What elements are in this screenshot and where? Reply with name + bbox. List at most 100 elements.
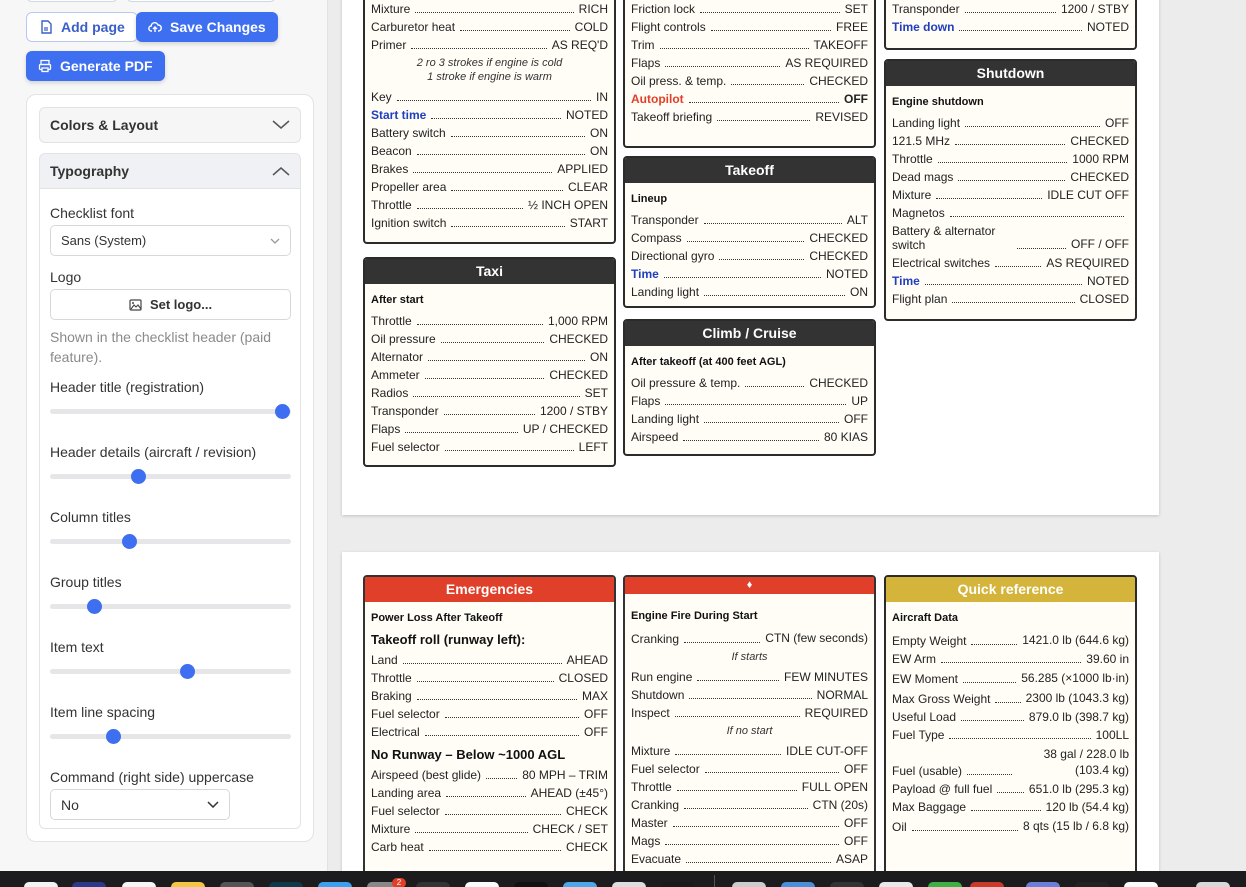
size-slider[interactable]	[50, 469, 291, 484]
checklist-item[interactable]: Landing area AHEAD (±45°)	[371, 786, 608, 800]
checklist-item[interactable]: Alternator ON	[371, 350, 608, 364]
dock-app-icon[interactable]	[1075, 882, 1109, 887]
section-runup[interactable]: MixtureFULL RICHFriction lockSETFlight c…	[623, 0, 876, 148]
checklist-item[interactable]: Landing light OFF	[631, 412, 868, 426]
slider-thumb[interactable]	[131, 469, 147, 484]
section-before-start[interactable]: Fuel selectorRIGHTMixtureRICHCarburetor …	[363, 0, 616, 244]
dock-app-icon[interactable]	[661, 882, 695, 887]
hidden-button[interactable]	[26, 0, 118, 2]
checklist-item[interactable]: Run engine FEW MINUTES	[631, 670, 868, 684]
slider-thumb[interactable]	[121, 534, 137, 549]
checklist-item[interactable]: Electrical OFF	[371, 725, 608, 739]
checklist-item[interactable]: Master OFF	[631, 816, 868, 830]
checklist-item[interactable]: Transponder ALT	[631, 213, 868, 227]
section-quick-reference[interactable]: Quick reference Aircraft Data Empty Weig…	[884, 575, 1137, 887]
checklist-item[interactable]: Flaps UP / CHECKED	[371, 422, 608, 436]
checklist-item[interactable]: Carburetor heat COLD	[371, 20, 608, 34]
checklist-item[interactable]: Oil pressure & temp. CHECKED	[631, 376, 868, 390]
checklist-item[interactable]: Mixture CHECK / SET	[371, 822, 608, 836]
checklist-item[interactable]: Empty Weight 1421.0 lb (644.6 kg)	[892, 632, 1129, 648]
checklist-item[interactable]: Throttle ½ INCH OPEN	[371, 198, 608, 212]
checklist-item[interactable]: Time NOTED	[631, 267, 868, 281]
section-takeoff[interactable]: Takeoff Lineup Transponder ALT Compass CHEC…	[623, 156, 876, 308]
checklist-item[interactable]: Mixture IDLE CUT OFF	[892, 188, 1129, 202]
section-emergencies[interactable]: Emergencies Power Loss After Takeoff Tak…	[363, 575, 616, 887]
checklist-item[interactable]: Flight plan CLOSED	[892, 292, 1129, 306]
checklist-item[interactable]: Battery & alternator switch OFF / OFF	[892, 224, 1129, 252]
checklist-item[interactable]: Max Baggage 120 lb (54.4 kg)	[892, 800, 1129, 814]
section-landing[interactable]: Landing lightAS REQUIREDTransponder1200 …	[884, 0, 1137, 50]
checklist-item[interactable]: Fuel selector CHECK	[371, 804, 608, 818]
checklist-item[interactable]: EW Arm 39.60 in	[892, 652, 1129, 666]
checklist-item[interactable]: Max Gross Weight 2300 lb (1043.3 kg)	[892, 690, 1129, 706]
dock-app-icon[interactable]	[171, 882, 205, 887]
hidden-button[interactable]	[126, 0, 276, 2]
checklist-item[interactable]: Fuel Type 100LL	[892, 728, 1129, 742]
checklist-item[interactable]: Airspeed 80 KIAS	[631, 430, 868, 444]
dock-app-icon[interactable]	[879, 882, 913, 887]
checklist-item[interactable]: Oil pressure CHECKED	[371, 332, 608, 346]
save-changes-button[interactable]: Save Changes	[136, 12, 278, 42]
checklist-item[interactable]: Throttle FULL OPEN	[631, 780, 868, 794]
size-slider[interactable]	[50, 534, 291, 549]
checklist-item[interactable]: Evacuate ASAP	[631, 852, 868, 866]
section-taxi[interactable]: Taxi After start Throttle 1,000 RPM Oil pr…	[363, 257, 616, 467]
checklist-item[interactable]: Landing light OFF	[892, 116, 1129, 130]
slider-thumb[interactable]	[275, 404, 290, 419]
dock-app-icon[interactable]	[781, 882, 815, 887]
checklist-item[interactable]: Inspect REQUIRED	[631, 706, 868, 720]
checklist-item[interactable]: Battery switch ON	[371, 126, 608, 140]
slider-thumb[interactable]	[105, 729, 121, 744]
dock-app-icon[interactable]	[122, 882, 156, 887]
checklist-item[interactable]: Radios SET	[371, 386, 608, 400]
dock-app-icon[interactable]	[830, 882, 864, 887]
dock-app-icon[interactable]	[220, 882, 254, 887]
set-logo-button[interactable]: Set logo...	[50, 289, 291, 320]
checklist-item[interactable]: Fuel (usable) 38 gal / 228.0 lb (103.4 kg…	[892, 746, 1129, 778]
dock-app-icon[interactable]	[563, 882, 597, 887]
checklist-item[interactable]: Useful Load 879.0 lb (398.7 kg)	[892, 710, 1129, 724]
section-engine-fire[interactable]: ♦ Engine Fire During Start Cranking CTN (…	[623, 575, 876, 887]
dock-app-icon[interactable]	[1196, 882, 1230, 887]
checklist-item[interactable]: Ammeter CHECKED	[371, 368, 608, 382]
slider-thumb[interactable]	[179, 664, 195, 679]
checklist-item[interactable]: Flight controls FREE	[631, 20, 868, 34]
checklist-item[interactable]: Payload @ full fuel 651.0 lb (295.3 kg)	[892, 782, 1129, 796]
checklist-item[interactable]: Start time NOTED	[371, 108, 608, 122]
dock-app-icon[interactable]	[1124, 882, 1158, 887]
dock-app-icon[interactable]	[732, 882, 766, 887]
checklist-item[interactable]: Fuel selector OFF	[371, 707, 608, 721]
checklist-item[interactable]: Cranking CTN (20s)	[631, 798, 868, 812]
checklist-item[interactable]: Fuel selector OFF	[631, 762, 868, 776]
dock-app-icon[interactable]	[269, 882, 303, 887]
dock-app-icon[interactable]	[612, 882, 646, 887]
uppercase-select[interactable]: No	[50, 789, 230, 820]
checklist-item[interactable]: Throttle CLOSED	[371, 671, 608, 685]
checklist-font-select[interactable]: Sans (System)	[50, 225, 291, 256]
checklist-item[interactable]: Braking MAX	[371, 689, 608, 703]
size-slider[interactable]	[50, 404, 291, 419]
checklist-item[interactable]: Flaps UP	[631, 394, 868, 408]
dock-app-icon[interactable]	[514, 882, 548, 887]
slider-thumb[interactable]	[87, 599, 103, 614]
section-climb-cruise[interactable]: Climb / Cruise After takeoff (at 400 fee…	[623, 319, 876, 456]
checklist-item[interactable]: Key IN	[371, 90, 608, 104]
checklist-item[interactable]: Throttle 1,000 RPM	[371, 314, 608, 328]
checklist-item[interactable]: Autopilot OFF	[631, 92, 868, 106]
checklist-item[interactable]: Land AHEAD	[371, 653, 608, 667]
checklist-item[interactable]: Propeller area CLEAR	[371, 180, 608, 194]
checklist-item[interactable]: Shutdown NORMAL	[631, 688, 868, 702]
checklist-item[interactable]: Magnetos	[892, 206, 1129, 220]
section-shutdown[interactable]: Shutdown Engine shutdown Landing light OF…	[884, 59, 1137, 321]
size-slider[interactable]	[50, 664, 291, 679]
add-page-button[interactable]: Add page	[26, 12, 138, 42]
checklist-item[interactable]: 121.5 MHz CHECKED	[892, 134, 1129, 148]
dock-app-icon[interactable]	[72, 882, 106, 887]
checklist-item[interactable]: Mixture IDLE CUT-OFF	[631, 744, 868, 758]
checklist-item[interactable]: Electrical switches AS REQUIRED	[892, 256, 1129, 270]
checklist-item[interactable]: Compass CHECKED	[631, 231, 868, 245]
dock-app-icon[interactable]	[970, 882, 1004, 887]
checklist-item[interactable]: Dead mags CHECKED	[892, 170, 1129, 184]
generate-pdf-button[interactable]: Generate PDF	[26, 51, 165, 81]
dock-app-icon[interactable]	[928, 882, 962, 887]
